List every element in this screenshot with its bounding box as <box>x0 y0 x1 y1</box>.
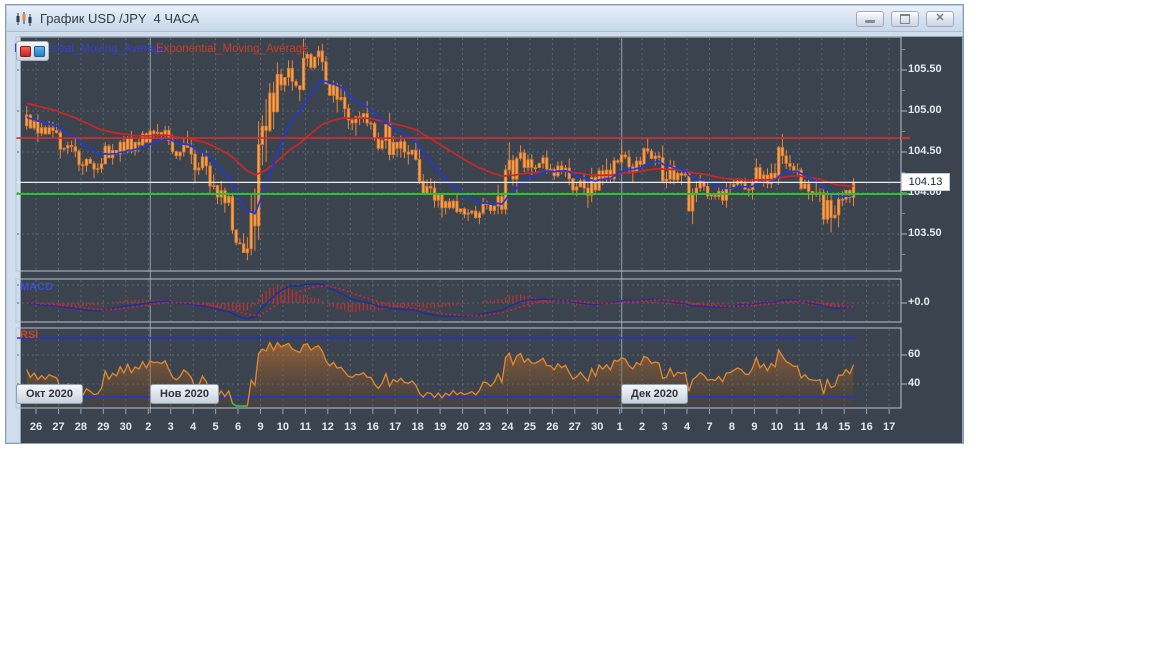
minimize-button[interactable] <box>856 11 884 27</box>
maximize-icon <box>900 14 910 24</box>
window-title: График USD /JPY 4 ЧАСА <box>40 11 199 26</box>
maximize-button[interactable] <box>891 11 919 27</box>
chart-plot-area[interactable] <box>20 36 963 444</box>
ema-slow-swatch[interactable] <box>20 46 31 57</box>
close-icon: ✕ <box>935 13 944 24</box>
close-button[interactable]: ✕ <box>926 11 954 27</box>
candlestick-chart-icon <box>15 11 33 27</box>
legend-swatch-panel <box>16 41 49 61</box>
minimize-icon <box>865 20 875 23</box>
window-titlebar[interactable]: График USD /JPY 4 ЧАСА ✕ <box>7 6 962 32</box>
window-buttons: ✕ <box>856 11 954 27</box>
ema-fast-swatch[interactable] <box>34 46 45 57</box>
chart-window: График USD /JPY 4 ЧАСА ✕ <box>5 4 964 444</box>
